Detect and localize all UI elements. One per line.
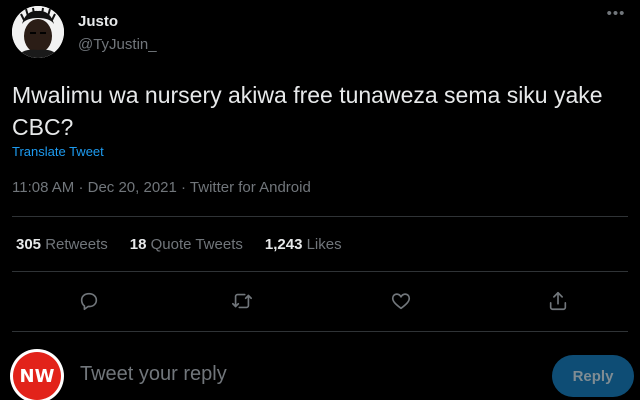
author-handle[interactable]: @TyJustin_ [78, 36, 157, 53]
quote-tweets-label: Quote Tweets [150, 236, 243, 253]
reply-icon[interactable] [71, 283, 107, 319]
stat-quote-tweets[interactable]: 18 Quote Tweets [130, 236, 243, 253]
user-avatar-logo: NW [13, 352, 61, 400]
retweets-count: 305 [16, 236, 42, 253]
tweet-source[interactable]: Twitter for Android [190, 179, 311, 196]
share-icon[interactable] [540, 283, 576, 319]
heart-icon[interactable] [383, 283, 419, 319]
tweet-text: Mwalimu wa nursery akiwa free tunaweza s… [12, 82, 603, 140]
retweets-label: Retweets [45, 236, 108, 253]
meta-separator: · [181, 179, 187, 196]
quote-tweets-count: 18 [129, 236, 147, 253]
reply-composer: NW Reply [0, 342, 640, 400]
likes-label: Likes [306, 236, 342, 253]
translate-tweet-link[interactable]: Translate Tweet [12, 144, 104, 159]
stat-retweets[interactable]: 305 Retweets [16, 236, 108, 253]
divider [12, 331, 628, 332]
tweet-time[interactable]: 11:08 AM [12, 179, 74, 196]
divider [12, 216, 628, 217]
tweet-header: Justo @TyJustin_ ••• [12, 6, 628, 58]
tweet-meta: 11:08 AM · Dec 20, 2021 · Twitter for An… [12, 179, 311, 196]
author-avatar[interactable] [12, 6, 64, 58]
retweet-icon[interactable] [224, 283, 260, 319]
reply-button[interactable]: Reply [552, 355, 634, 397]
tweet-date[interactable]: Dec 20, 2021 [88, 179, 177, 196]
avatar-image [12, 6, 64, 58]
tweet-stats: 305 Retweets 18 Quote Tweets 1,243 Likes [16, 236, 342, 253]
user-avatar[interactable]: NW [10, 349, 64, 400]
divider [12, 271, 628, 272]
reply-input[interactable] [80, 363, 520, 386]
author-name[interactable]: Justo [78, 13, 118, 30]
meta-separator: · [78, 179, 84, 196]
more-horizontal-icon[interactable]: ••• [604, 6, 628, 28]
likes-count: 1,243 [264, 236, 303, 253]
stat-likes[interactable]: 1,243 Likes [265, 236, 342, 253]
tweet-actions [0, 283, 640, 319]
